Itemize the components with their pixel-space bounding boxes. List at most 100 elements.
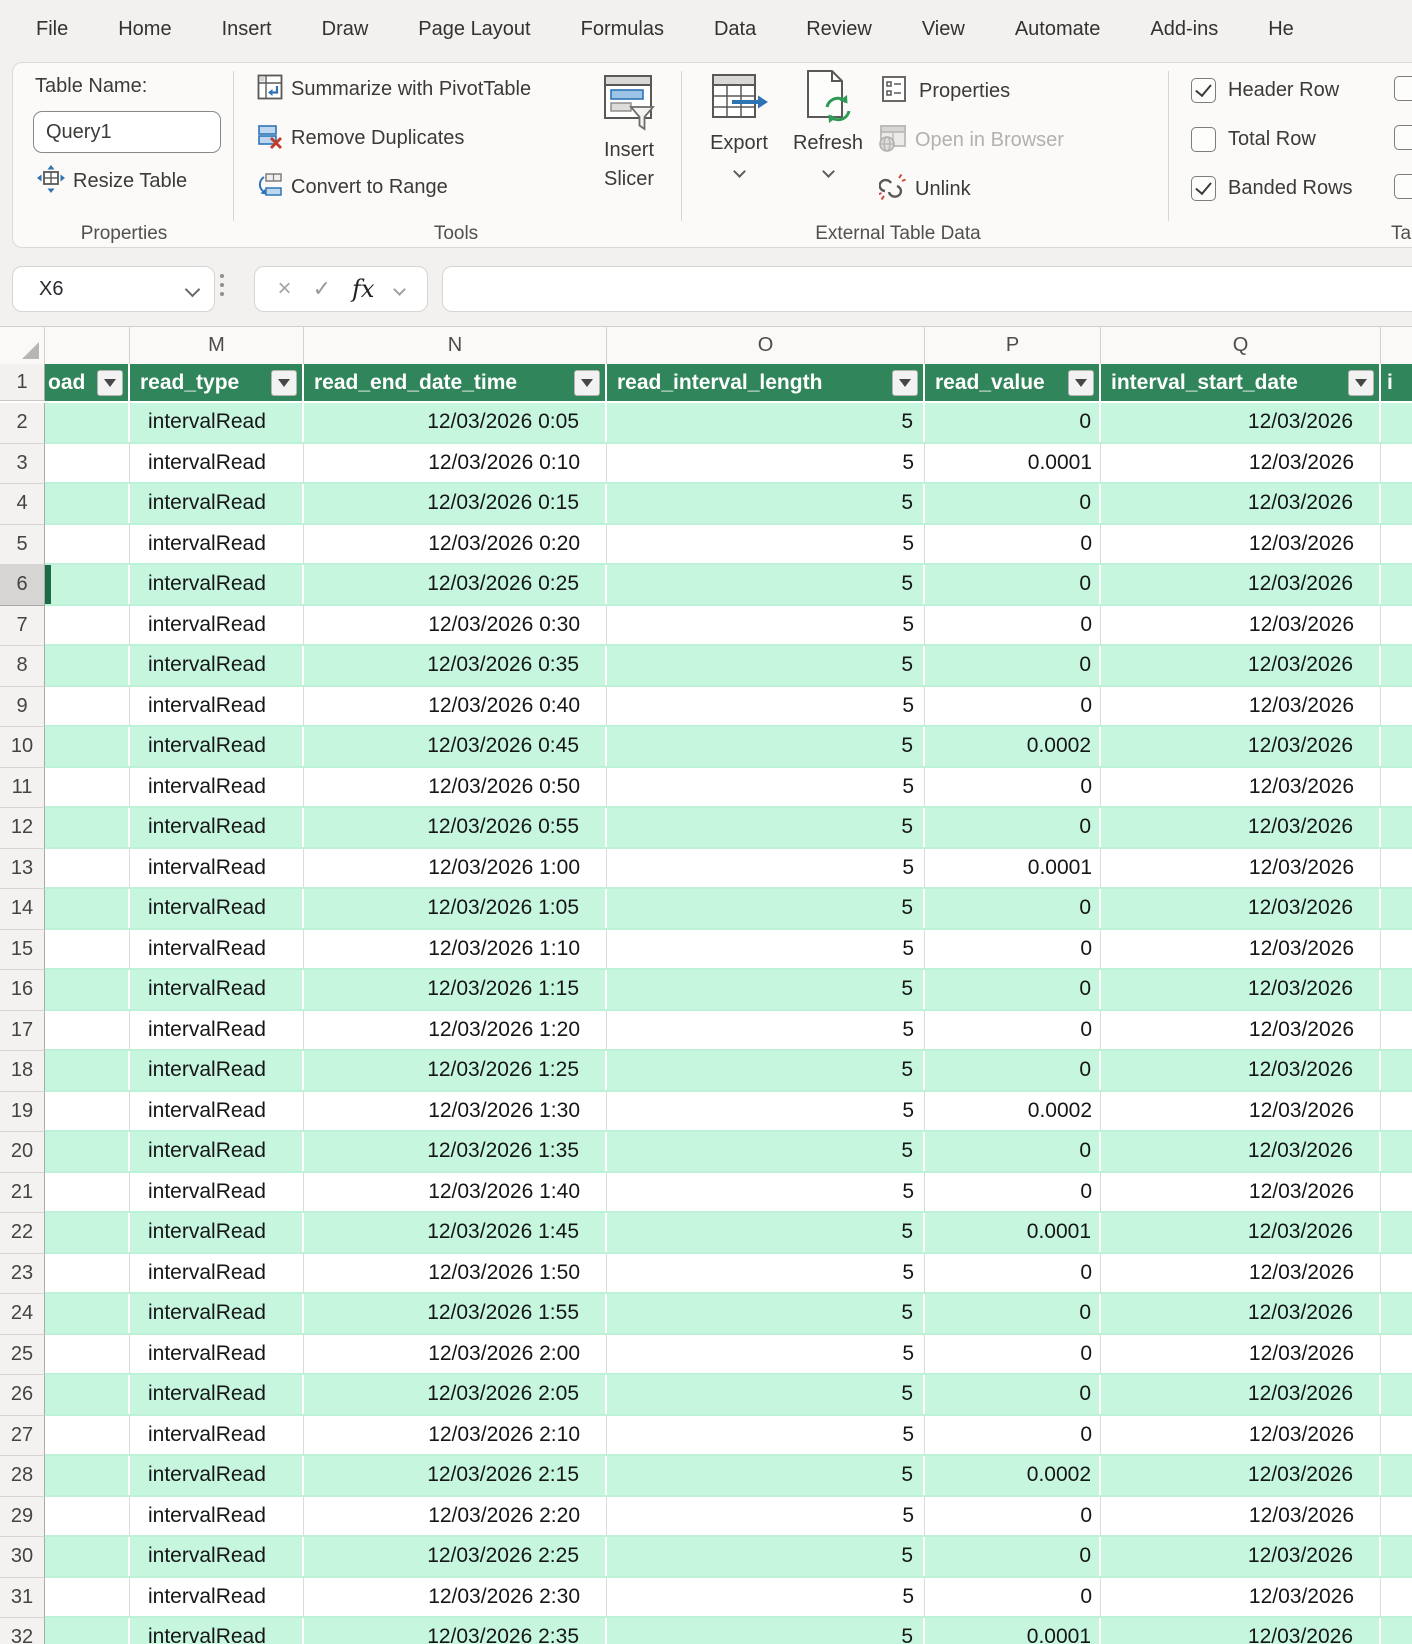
cell-interval-start-date[interactable]: 12/03/2026 (1101, 1618, 1381, 1644)
row-number[interactable]: 6 (0, 565, 45, 606)
cell-clipped-left[interactable] (45, 1051, 130, 1090)
row-number[interactable]: 9 (0, 686, 45, 727)
cell-clipped-left[interactable] (45, 1618, 130, 1644)
cell-read-value[interactable]: 0 (925, 524, 1101, 563)
cell-clipped-left[interactable] (45, 1294, 130, 1333)
last-column-checkbox-clipped[interactable] (1394, 125, 1412, 150)
export-dropdown-chevron-icon[interactable] (732, 165, 746, 178)
cell-read-value[interactable]: 0.0001 (925, 1213, 1101, 1252)
cell-read-interval-length[interactable]: 5 (607, 1496, 925, 1535)
cell-clipped-right[interactable] (1381, 1416, 1412, 1455)
cell-interval-start-date[interactable]: 12/03/2026 (1101, 1132, 1381, 1171)
tab-home[interactable]: Home (118, 18, 171, 41)
cell-interval-start-date[interactable]: 12/03/2026 (1101, 1294, 1381, 1333)
cell-read-type[interactable]: intervalRead (130, 1537, 304, 1576)
cell-read-value[interactable]: 0 (925, 808, 1101, 847)
cell-read-value[interactable]: 0.0001 (925, 443, 1101, 482)
cell-read-end-date-time[interactable]: 12/03/2026 0:40 (304, 686, 607, 725)
unlink-button[interactable]: Unlink (877, 173, 971, 205)
cell-read-value[interactable]: 0 (925, 970, 1101, 1009)
cell-clipped-right[interactable] (1381, 889, 1412, 928)
cell-clipped-left[interactable] (45, 727, 130, 766)
row-number[interactable]: 30 (0, 1537, 45, 1578)
cell-read-value[interactable]: 0 (925, 1415, 1101, 1454)
cell-interval-start-date[interactable]: 12/03/2026 (1101, 484, 1381, 523)
cell-read-interval-length[interactable]: 5 (607, 848, 925, 887)
cell-interval-start-date[interactable]: 12/03/2026 (1101, 403, 1381, 442)
cell-interval-start-date[interactable]: 12/03/2026 (1101, 1051, 1381, 1090)
cell-interval-start-date[interactable]: 12/03/2026 (1101, 686, 1381, 725)
row-number[interactable]: 18 (0, 1051, 45, 1092)
select-all-button[interactable] (0, 327, 45, 364)
cell-interval-start-date[interactable]: 12/03/2026 (1101, 929, 1381, 968)
cell-clipped-left[interactable] (45, 767, 130, 806)
cell-read-type[interactable]: intervalRead (130, 565, 304, 604)
cell-read-interval-length[interactable]: 5 (607, 565, 925, 604)
cell-read-value[interactable]: 0 (925, 1334, 1101, 1373)
cell-read-type[interactable]: intervalRead (130, 1294, 304, 1333)
cell-read-end-date-time[interactable]: 12/03/2026 2:20 (304, 1496, 607, 1535)
row-number[interactable]: 12 (0, 808, 45, 849)
cell-read-interval-length[interactable]: 5 (607, 605, 925, 644)
cell-read-end-date-time[interactable]: 12/03/2026 0:20 (304, 524, 607, 563)
cell-read-interval-length[interactable]: 5 (607, 1415, 925, 1454)
header-cell-interval-start-date[interactable]: interval_start_date (1101, 364, 1381, 401)
header-cell-read-type[interactable]: read_type (130, 364, 304, 401)
cell-read-end-date-time[interactable]: 12/03/2026 2:10 (304, 1415, 607, 1454)
cell-read-type[interactable]: intervalRead (130, 889, 304, 928)
cell-clipped-right[interactable] (1381, 1456, 1412, 1495)
cell-clipped-right[interactable] (1381, 687, 1412, 726)
cell-clipped-right[interactable] (1381, 565, 1412, 604)
cell-read-value[interactable]: 0 (925, 686, 1101, 725)
cell-read-end-date-time[interactable]: 12/03/2026 2:00 (304, 1334, 607, 1373)
name-box[interactable]: X6 (12, 266, 215, 312)
cell-clipped-right[interactable] (1381, 970, 1412, 1009)
cell-read-type[interactable]: intervalRead (130, 929, 304, 968)
cell-read-type[interactable]: intervalRead (130, 1456, 304, 1495)
column-header-r-clipped[interactable] (1381, 327, 1412, 364)
cell-clipped-right[interactable] (1381, 1497, 1412, 1536)
insert-function-icon[interactable]: fx (352, 275, 374, 303)
row-number[interactable]: 4 (0, 484, 45, 525)
header-cell-read-end-date-time[interactable]: read_end_date_time (304, 364, 607, 401)
banded-columns-checkbox-clipped[interactable] (1394, 174, 1412, 199)
cell-read-end-date-time[interactable]: 12/03/2026 0:25 (304, 565, 607, 604)
tab-data[interactable]: Data (714, 18, 756, 41)
cell-read-end-date-time[interactable]: 12/03/2026 0:50 (304, 767, 607, 806)
resize-table-button[interactable]: Resize Table (37, 164, 187, 197)
cell-clipped-right[interactable] (1381, 1618, 1412, 1644)
cell-read-interval-length[interactable]: 5 (607, 524, 925, 563)
cell-read-interval-length[interactable]: 5 (607, 929, 925, 968)
cell-read-end-date-time[interactable]: 12/03/2026 1:30 (304, 1091, 607, 1130)
cell-read-type[interactable]: intervalRead (130, 1010, 304, 1049)
cell-read-end-date-time[interactable]: 12/03/2026 1:15 (304, 970, 607, 1009)
header-cell-clipped-left[interactable]: oad (45, 364, 130, 401)
cell-read-type[interactable]: intervalRead (130, 686, 304, 725)
cell-read-interval-length[interactable]: 5 (607, 1213, 925, 1252)
cell-interval-start-date[interactable]: 12/03/2026 (1101, 1010, 1381, 1049)
cell-read-value[interactable]: 0 (925, 929, 1101, 968)
row-number[interactable]: 19 (0, 1091, 45, 1132)
tab-add-ins[interactable]: Add-ins (1150, 18, 1218, 41)
cell-clipped-right[interactable] (1381, 403, 1412, 442)
row-number[interactable]: 13 (0, 848, 45, 889)
cell-read-type[interactable]: intervalRead (130, 1618, 304, 1644)
cell-read-interval-length[interactable]: 5 (607, 1172, 925, 1211)
insert-slicer-button[interactable]: Insert Slicer (585, 73, 673, 194)
cell-clipped-left[interactable] (45, 1010, 130, 1049)
cell-read-end-date-time[interactable]: 12/03/2026 1:00 (304, 848, 607, 887)
cell-clipped-right[interactable] (1381, 444, 1412, 483)
cell-clipped-left[interactable] (45, 1375, 130, 1414)
cell-read-end-date-time[interactable]: 12/03/2026 0:45 (304, 727, 607, 766)
summarize-pivottable-button[interactable]: Summarize with PivotTable (257, 73, 531, 105)
cell-read-type[interactable]: intervalRead (130, 443, 304, 482)
cell-clipped-right[interactable] (1381, 1173, 1412, 1212)
cell-clipped-right[interactable] (1381, 808, 1412, 847)
cell-clipped-left[interactable] (45, 970, 130, 1009)
cell-read-end-date-time[interactable]: 12/03/2026 1:35 (304, 1132, 607, 1171)
cell-read-end-date-time[interactable]: 12/03/2026 1:10 (304, 929, 607, 968)
cell-read-type[interactable]: intervalRead (130, 1172, 304, 1211)
cell-read-value[interactable]: 0.0001 (925, 848, 1101, 887)
header-cell-clipped-right[interactable]: i (1381, 364, 1412, 401)
row-number-1[interactable]: 1 (0, 364, 45, 401)
